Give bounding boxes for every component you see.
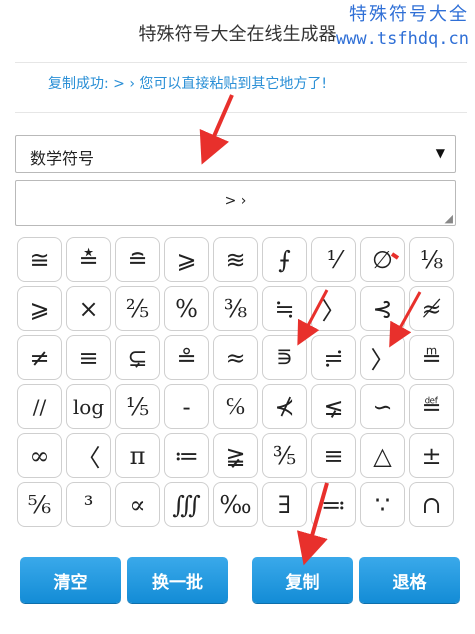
symbol-cell[interactable]: ∝ [115,482,160,527]
symbol-cell[interactable]: ∽ [360,384,405,429]
symbol-cell[interactable]: ⊰ [360,286,405,331]
symbol-cell[interactable]: 〈 [66,433,111,478]
next-batch-button[interactable]: 换一批 [127,557,228,603]
symbol-cell[interactable]: ⅜ [213,286,258,331]
status-divider [15,112,467,113]
symbol-cell[interactable]: ≓ [311,335,356,380]
clear-button[interactable]: 清空 [20,557,121,603]
symbol-cell[interactable]: ³ [66,482,111,527]
symbol-cell[interactable]: ≋ [213,237,258,282]
symbol-cell[interactable]: ∞ [17,433,62,478]
header-divider [15,62,467,63]
symbol-cell[interactable]: ⨍ [262,237,307,282]
symbol-cell[interactable]: ℅ [213,384,258,429]
symbol-cell[interactable]: ≡ [66,335,111,380]
symbol-cell[interactable]: ⅟ [311,237,356,282]
symbol-cell[interactable]: ≡ [311,433,356,478]
symbol-cell[interactable]: ± [409,433,454,478]
symbol-cell[interactable]: ⋾ [262,335,307,380]
symbol-cell[interactable]: ≔ [164,433,209,478]
symbol-cell[interactable]: ⪇ [311,384,356,429]
symbol-cell[interactable]: ∃ [262,482,307,527]
symbol-cell[interactable]: // [17,384,62,429]
symbol-cell[interactable]: ≞ [409,335,454,380]
watermark-site-name: 特殊符号大全 [349,4,469,25]
category-select[interactable]: 数学符号 ▼ [15,135,456,173]
symbol-cell[interactable]: ≘ [115,237,160,282]
watermark-site-url: www.tsfhdq.cn [335,29,469,49]
symbol-generator-page: 特殊符号大全在线生成器 特殊符号大全 www.tsfhdq.cn 复制成功: >… [0,0,475,634]
symbol-cell[interactable]: ⩾ [164,237,209,282]
category-select-value: 数学符号 [30,149,95,168]
site-watermark: 特殊符号大全 www.tsfhdq.cn [336,2,469,52]
symbol-cell[interactable]: ⩾ [17,286,62,331]
symbol-cell[interactable]: ⅕ [115,384,160,429]
symbol-cell[interactable]: ⅗ [262,433,307,478]
action-buttons: 清空 换一批 复制 退格 [20,557,460,603]
symbol-cell[interactable]: ≅ [17,237,62,282]
symbol-cell[interactable]: ≈ [213,335,258,380]
symbol-cell[interactable]: ≠ [17,335,62,380]
output-text: > › [224,193,247,209]
symbol-cell[interactable]: % [164,286,209,331]
resize-grip-icon[interactable]: ◢ [445,212,453,225]
symbol-cell[interactable]: ‰ [213,482,258,527]
symbol-cell[interactable]: 〉 [360,335,405,380]
symbol-cell[interactable]: ≩ [213,433,258,478]
symbol-cell[interactable]: ⅚ [17,482,62,527]
symbol-grid: ≅ ≛ ≘ ⩾ ≋ ⨍ ⅟ ∅ ⅛ ⩾ × ⅖% ⅜ ≒ 〉 ⊰ ≉ ≠ ≡ ⊊ ≗ ≈ ⋾ ≓ 〉 ≞//log ⅕ - ℅ ⊀ ⪇ ∽ ≝ ∞… [17,237,454,527]
symbol-cell[interactable]: ≛ [66,237,111,282]
symbol-cell[interactable]: π [115,433,160,478]
symbol-cell[interactable]: ∭ [164,482,209,527]
symbol-cell[interactable]: ≕ [311,482,356,527]
symbol-cell[interactable]: ⊊ [115,335,160,380]
symbol-cell[interactable]: 〉 [311,286,356,331]
symbol-cell[interactable]: ≉ [409,286,454,331]
backspace-button[interactable]: 退格 [359,557,460,603]
symbol-cell[interactable]: ≝ [409,384,454,429]
symbol-cell[interactable]: log [66,384,111,429]
copy-button[interactable]: 复制 [252,557,353,603]
symbol-cell[interactable]: ≒ [262,286,307,331]
symbol-cell[interactable]: ≗ [164,335,209,380]
copy-status-message: 复制成功: > › 您可以直接粘贴到其它地方了! [48,76,328,92]
symbol-cell[interactable]: △ [360,433,405,478]
symbol-cell[interactable]: ∅ [360,237,405,282]
symbol-cell[interactable]: ∵ [360,482,405,527]
symbol-cell[interactable]: × [66,286,111,331]
symbol-cell[interactable]: ⊀ [262,384,307,429]
symbol-cell[interactable]: ∩ [409,482,454,527]
symbol-cell[interactable]: ⅖ [115,286,160,331]
symbol-output-textarea[interactable]: > › ◢ [15,180,456,226]
dropdown-caret-icon: ▼ [435,146,445,160]
symbol-cell[interactable]: - [164,384,209,429]
symbol-cell[interactable]: ⅛ [409,237,454,282]
